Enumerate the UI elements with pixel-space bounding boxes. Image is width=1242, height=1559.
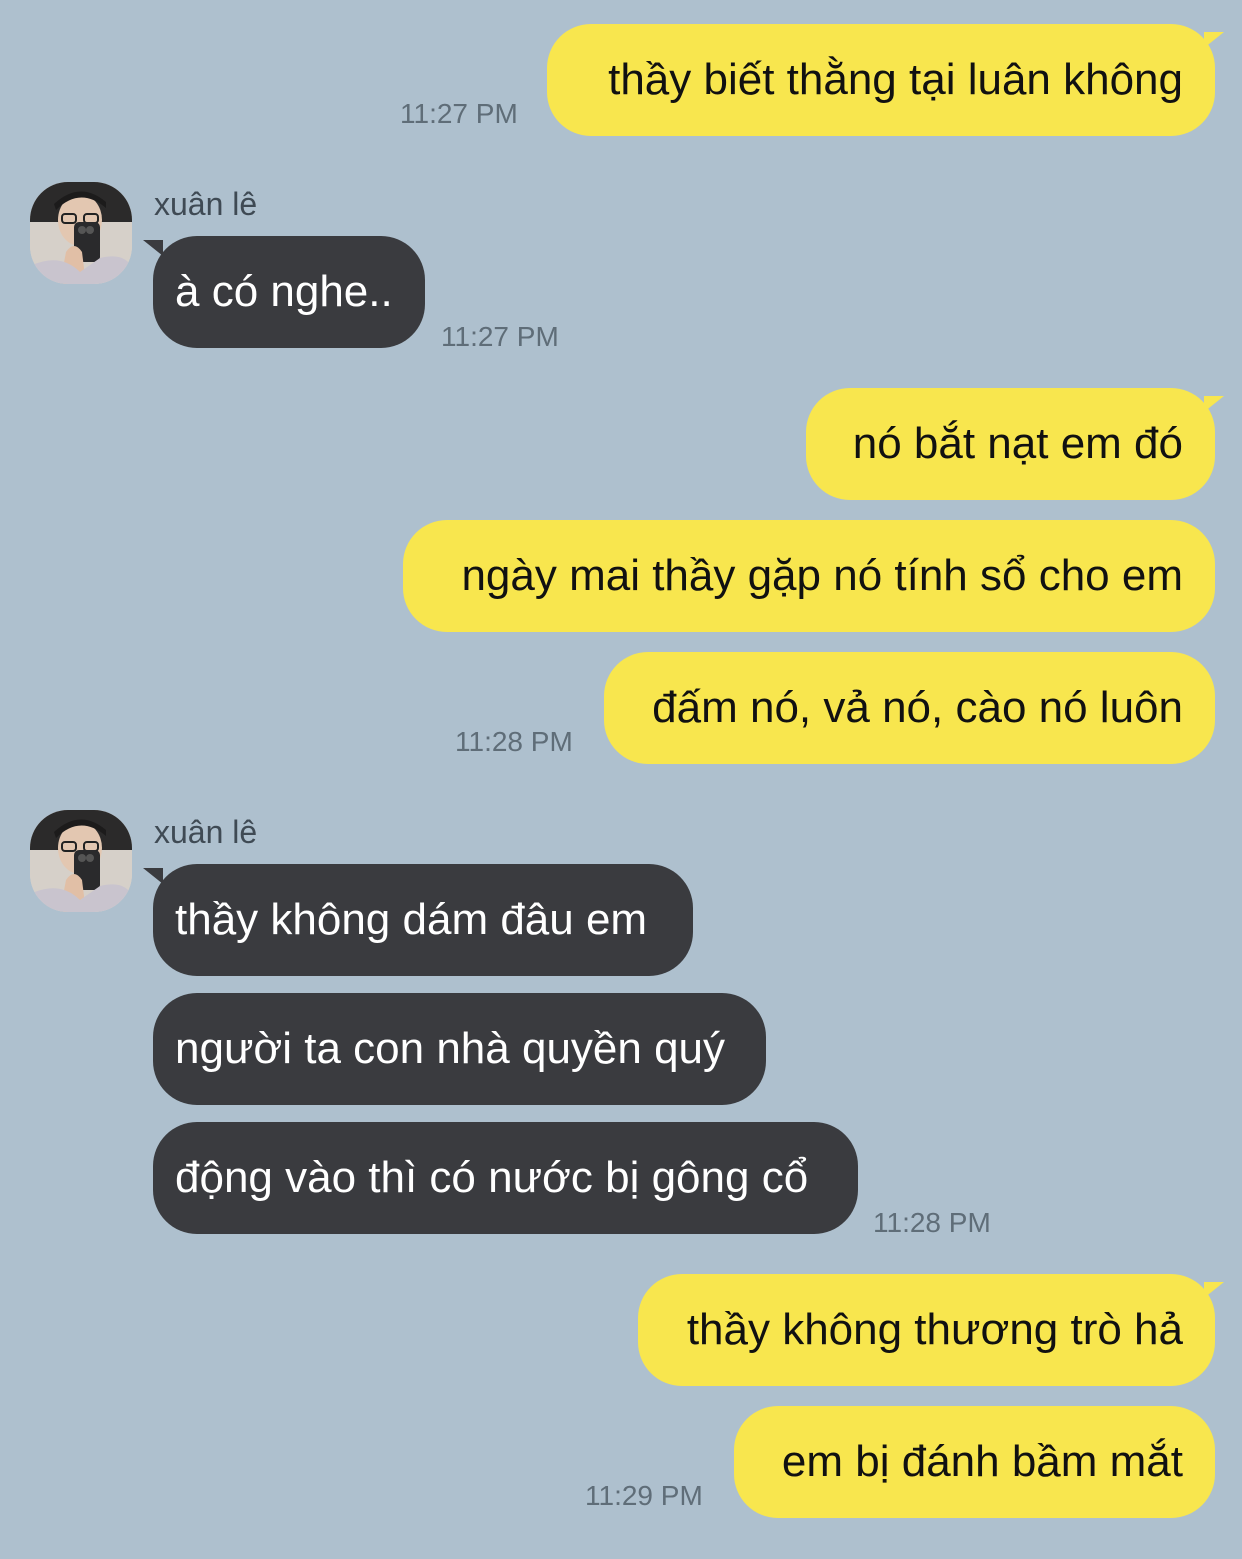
bubble-tail xyxy=(1204,32,1224,48)
outgoing-message-bubble[interactable]: thầy biết thằng tại luân không xyxy=(547,24,1215,136)
message-text: nó bắt nạt em đó xyxy=(852,419,1183,468)
message-text: người ta con nhà quyền quý xyxy=(175,1024,726,1073)
message-text: đấm nó, vả nó, cào nó luôn xyxy=(652,683,1183,732)
message-timestamp: 11:27 PM xyxy=(441,321,559,352)
message-text: ngày mai thầy gặp nó tính sổ cho em xyxy=(461,551,1183,600)
avatar-photo-icon xyxy=(30,182,132,284)
message-text: thầy không dám đâu em xyxy=(175,895,648,944)
sender-avatar[interactable] xyxy=(30,810,132,912)
sender-avatar[interactable] xyxy=(30,182,132,284)
message-timestamp: 11:27 PM xyxy=(400,98,518,129)
outgoing-message-bubble[interactable]: đấm nó, vả nó, cào nó luôn xyxy=(604,652,1215,764)
bubble-tail xyxy=(1204,396,1224,412)
sender-name: xuân lê xyxy=(154,186,258,222)
incoming-message-bubble[interactable]: à có nghe.. xyxy=(153,236,425,348)
bubble-tail xyxy=(1204,1282,1224,1298)
sender-name: xuân lê xyxy=(154,814,258,850)
outgoing-message-bubble[interactable]: nó bắt nạt em đó xyxy=(806,388,1215,500)
outgoing-message-bubble[interactable]: ngày mai thầy gặp nó tính sổ cho em xyxy=(403,520,1215,632)
message-text: động vào thì có nước bị gông cổ xyxy=(175,1153,809,1202)
outgoing-message-bubble[interactable]: thầy không thương trò hả xyxy=(638,1274,1215,1386)
avatar-photo-icon xyxy=(30,810,132,912)
message-timestamp: 11:28 PM xyxy=(455,726,573,757)
incoming-message-bubble[interactable]: thầy không dám đâu em xyxy=(153,864,693,976)
bubble-tail xyxy=(143,868,163,884)
message-text: à có nghe.. xyxy=(175,267,393,316)
bubble-tail xyxy=(143,240,163,256)
message-text: thầy không thương trò hả xyxy=(686,1305,1183,1354)
message-timestamp: 11:28 PM xyxy=(873,1207,991,1238)
incoming-message-bubble[interactable]: động vào thì có nước bị gông cổ xyxy=(153,1122,858,1234)
incoming-message-bubble[interactable]: người ta con nhà quyền quý xyxy=(153,993,766,1105)
outgoing-message-bubble[interactable]: em bị đánh bầm mắt xyxy=(734,1406,1215,1518)
message-text: em bị đánh bầm mắt xyxy=(781,1437,1183,1486)
message-text: thầy biết thằng tại luân không xyxy=(608,55,1183,104)
message-timestamp: 11:29 PM xyxy=(585,1480,703,1511)
